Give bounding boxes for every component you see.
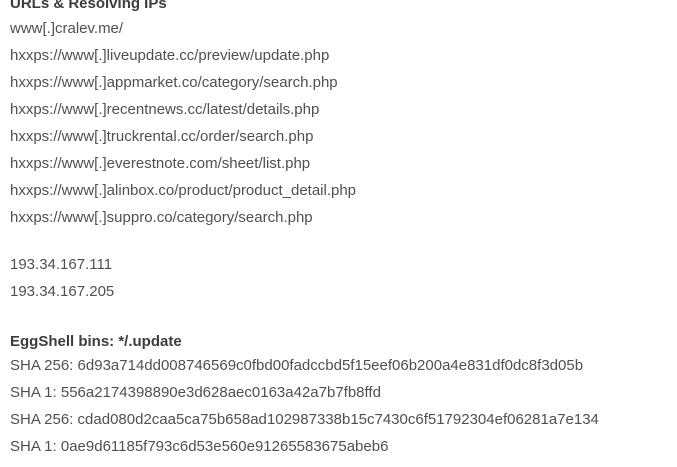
- url-item: www[.]cralev.me/: [10, 20, 124, 37]
- hash-list: SHA 256: 6d93a714dd008746569c0fbd00fadcc…: [10, 352, 677, 460]
- url-item: hxxps://www[.]everestnote.com/sheet/list…: [10, 155, 311, 172]
- url-item: hxxps://www[.]appmarket.co/category/sear…: [10, 74, 338, 91]
- url-item: hxxps://www[.]liveupdate.cc/preview/upda…: [10, 47, 330, 64]
- url-item: hxxps://www[.]truckrental.cc/order/searc…: [10, 128, 314, 145]
- hash-item: SHA 256: cdad080d2caa5ca75b658ad10298733…: [10, 411, 599, 428]
- ip-item: 193.34.167.111: [10, 256, 113, 273]
- url-item: hxxps://www[.]recentnews.cc/latest/detai…: [10, 101, 320, 118]
- url-list: www[.]cralev.me/ hxxps://www[.]liveupdat…: [10, 15, 677, 231]
- bins-heading: EggShell bins: */.update: [10, 333, 182, 350]
- ioc-document: URLs & Resolving IPs www[.]cralev.me/ hx…: [0, 0, 677, 460]
- ip-list: 193.34.167.111 193.34.167.205: [10, 251, 677, 305]
- urls-heading: URLs & Resolving IPs: [10, 0, 167, 12]
- hash-item: SHA 1: 0ae9d61185f793c6d53e560e912655836…: [10, 438, 389, 455]
- url-item: hxxps://www[.]suppro.co/category/search.…: [10, 209, 313, 226]
- hash-item: SHA 1: 556a2174398890e3d628aec0163a42a7b…: [10, 384, 381, 401]
- hash-item: SHA 256: 6d93a714dd008746569c0fbd00fadcc…: [10, 357, 584, 374]
- url-item: hxxps://www[.]alinbox.co/product/product…: [10, 182, 357, 199]
- ip-item: 193.34.167.205: [10, 283, 115, 300]
